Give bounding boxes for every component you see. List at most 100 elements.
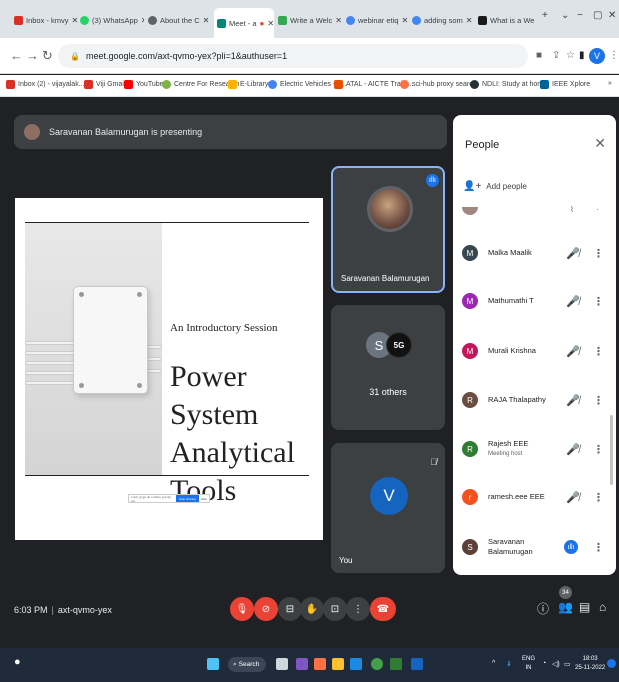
bookmark-item[interactable]: sci-hub proxy searc...	[400, 80, 479, 89]
participant-row[interactable]: r ramesh.eee EEE 🎤̸ ⋮	[453, 477, 616, 517]
mic-off-icon[interactable]: 🎤̸	[566, 394, 580, 407]
close-window-icon[interactable]: ✕	[608, 10, 616, 21]
chat-icon[interactable]: ▤	[579, 600, 590, 614]
file-explorer-icon[interactable]	[332, 658, 344, 670]
participant-row[interactable]: R RAJA Thalapathy 🎤̸ ⋮	[453, 380, 616, 420]
participant-row[interactable]: M Mathumathi T 🎤̸ ⋮	[453, 281, 616, 321]
participant-row[interactable]: S Saravanan Balamurugan ıllı ⋮	[453, 527, 616, 567]
task-view-icon[interactable]	[276, 658, 288, 670]
mic-off-icon[interactable]: 🎤̸	[566, 345, 580, 358]
word-icon[interactable]	[411, 658, 423, 670]
teams-icon[interactable]	[296, 658, 308, 670]
more-options-icon[interactable]: ⋮	[593, 491, 604, 504]
bookmark-item[interactable]: Inbox (2) - vijayalak...	[6, 80, 85, 89]
bookmark-item[interactable]: Viji Gmail	[84, 80, 125, 89]
minimize-icon[interactable]: −	[577, 10, 583, 21]
participant-row[interactable]: M Murali Krishna 🎤̸ ⋮	[453, 331, 616, 371]
close-icon[interactable]: ✕	[537, 16, 538, 25]
tab-about[interactable]: About the C ✕	[148, 11, 212, 29]
bookmark-item[interactable]: IEEE Xplore	[540, 80, 590, 89]
bookmark-item[interactable]: NDLI: Study at home	[470, 80, 547, 89]
profile-avatar[interactable]: V	[589, 48, 605, 64]
more-options-icon[interactable]: ⋮	[593, 247, 604, 260]
star-icon[interactable]: ☆	[566, 50, 575, 61]
tab-write[interactable]: Write a Welc ✕	[278, 11, 342, 29]
bookmark-item[interactable]: E-Library	[228, 80, 268, 89]
tab-adding[interactable]: adding som ✕	[412, 11, 476, 29]
tray-chevron-icon[interactable]: ^	[492, 660, 495, 667]
more-options-icon[interactable]: ⋮	[593, 443, 604, 456]
download-icon[interactable]: ⇓	[506, 660, 512, 668]
others-tile[interactable]: S 5G 31 others	[331, 305, 445, 430]
mic-off-icon[interactable]: 🎤̸	[566, 491, 580, 504]
people-icon[interactable]: 👥	[558, 600, 573, 614]
tab-webinar[interactable]: webinar etiq ✕	[346, 11, 410, 29]
presentation-slide[interactable]: An Introductory Session Power System Ana…	[15, 198, 323, 540]
participant-row[interactable]: R Rajesh EEE Meeting host 🎤̸ ⋮	[453, 429, 616, 469]
back-icon[interactable]: ←	[10, 48, 23, 63]
more-options-icon[interactable]: ⋮	[593, 295, 604, 308]
add-people-button[interactable]: 👤+ Add people	[463, 181, 527, 192]
wifi-icon[interactable]: ◔	[542, 660, 546, 667]
present-button[interactable]: ⊡	[323, 597, 347, 621]
tab-whatsapp[interactable]: (3) WhatsApp✕	[80, 11, 144, 29]
url-input[interactable]: 🔒 meet.google.com/axt-qvmo-yex?pli=1&aut…	[58, 44, 528, 68]
meeting-details-icon[interactable]: ⓘ	[537, 600, 549, 617]
chrome-icon[interactable]	[371, 658, 383, 670]
system-clock[interactable]: 18:03 25-11-2022	[575, 655, 605, 673]
close-icon[interactable]: ✕	[203, 16, 210, 25]
more-options-icon[interactable]: ⋮	[593, 394, 604, 407]
close-icon[interactable]: ✕	[267, 19, 274, 28]
tab-what-is[interactable]: What is a We✕	[478, 11, 538, 29]
app-icon[interactable]	[390, 658, 402, 670]
more-options-icon[interactable]: ⋮	[593, 541, 604, 554]
edge-icon[interactable]	[350, 658, 362, 670]
more-options-button[interactable]: ⋮	[346, 597, 370, 621]
volume-icon[interactable]: ◁)	[552, 660, 560, 668]
forward-icon[interactable]: →	[26, 48, 39, 63]
stop-sharing-button[interactable]: Stop sharing	[175, 495, 199, 502]
tab-inbox[interactable]: Inbox - kmvy ✕	[14, 11, 78, 29]
participant-row[interactable]: M Malka Maalik 🎤̸ ⋮	[453, 233, 616, 273]
self-tile[interactable]: 🎙̸ V You	[331, 443, 445, 573]
mic-off-icon[interactable]: 🎤̸	[566, 247, 580, 260]
mic-toggle-button[interactable]: 🎙	[230, 597, 254, 621]
mic-off-icon[interactable]: 🎤̸	[566, 295, 580, 308]
close-icon[interactable]: ✕	[401, 16, 408, 25]
more-icon[interactable]: ·	[596, 205, 599, 214]
app-icon[interactable]	[314, 658, 326, 670]
reload-icon[interactable]: ↻	[42, 48, 53, 64]
raise-hand-button[interactable]: ✋	[300, 597, 324, 621]
close-icon[interactable]: ✕	[335, 16, 342, 25]
camera-icon[interactable]: ■	[536, 50, 542, 61]
close-icon[interactable]: ✕	[141, 16, 144, 25]
close-icon[interactable]: ✕	[72, 16, 78, 25]
notification-icon[interactable]	[607, 659, 616, 668]
battery-icon[interactable]: ▭	[564, 660, 571, 668]
maximize-icon[interactable]: ▢	[593, 10, 602, 21]
menu-icon[interactable]: ⋮	[609, 50, 619, 61]
windows-start-icon[interactable]	[207, 658, 219, 670]
captions-button[interactable]: ⊟	[278, 597, 302, 621]
camera-toggle-button[interactable]: ⊘	[254, 597, 278, 621]
new-tab-button[interactable]: +	[542, 10, 548, 21]
bookmark-label: IEEE Xplore	[552, 81, 591, 88]
taskbar-search[interactable]: ⌕ Search	[228, 657, 266, 672]
leave-call-button[interactable]: ☎	[370, 597, 396, 621]
input-language[interactable]: ENG IN	[522, 655, 535, 673]
close-icon[interactable]: ✕	[466, 16, 473, 25]
share-icon[interactable]: ⇪	[552, 50, 560, 61]
tab-search-icon[interactable]: ⌄	[561, 10, 569, 21]
weather-icon[interactable]: ●	[14, 656, 21, 668]
presenter-tile[interactable]: ıllı Saravanan Balamurugan	[331, 166, 445, 293]
sidebar-icon[interactable]: ▮	[579, 50, 585, 61]
close-icon[interactable]: ✕	[594, 135, 606, 152]
panel-scrollbar[interactable]	[610, 415, 613, 485]
activities-icon[interactable]: ⌂	[599, 600, 606, 614]
tab-meet[interactable]: Meet - a ● ✕	[214, 8, 274, 38]
bookmark-item[interactable]: YouTube	[124, 80, 164, 89]
more-bookmarks-icon[interactable]: »	[608, 80, 612, 87]
mic-off-icon[interactable]: 🎤̸	[566, 443, 580, 456]
more-options-icon[interactable]: ⋮	[593, 345, 604, 358]
hide-button[interactable]: Hide	[199, 497, 209, 501]
